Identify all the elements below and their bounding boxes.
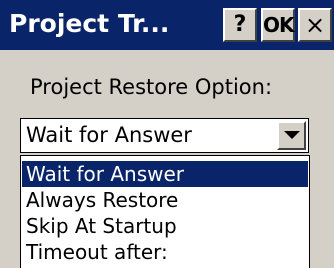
chevron-down-icon [284,131,300,139]
restore-option-dropdown-list[interactable]: Wait for Answer Always Restore Skip At S… [20,155,310,268]
combobox-dropdown-button[interactable] [277,121,306,150]
window-title: Project Tr... [9,9,170,38]
list-item-timeout-after[interactable]: Timeout after: [22,239,308,265]
list-item-always-restore[interactable]: Always Restore [22,187,308,213]
ok-button[interactable]: OK [261,8,295,42]
project-restore-dialog: Project Tr... ? OK × Project Restore Opt… [0,0,334,268]
list-item-skip-at-startup[interactable]: Skip At Startup [22,213,308,239]
close-button[interactable]: × [298,8,332,42]
combobox-selected-value: Wait for Answer [26,123,192,147]
restore-option-combobox[interactable]: Wait for Answer [20,118,309,153]
title-bar[interactable]: Project Tr... ? OK × [0,0,334,50]
list-item-wait-for-answer[interactable]: Wait for Answer [22,161,308,187]
help-button[interactable]: ? [223,8,257,42]
project-restore-option-label: Project Restore Option: [30,75,273,99]
